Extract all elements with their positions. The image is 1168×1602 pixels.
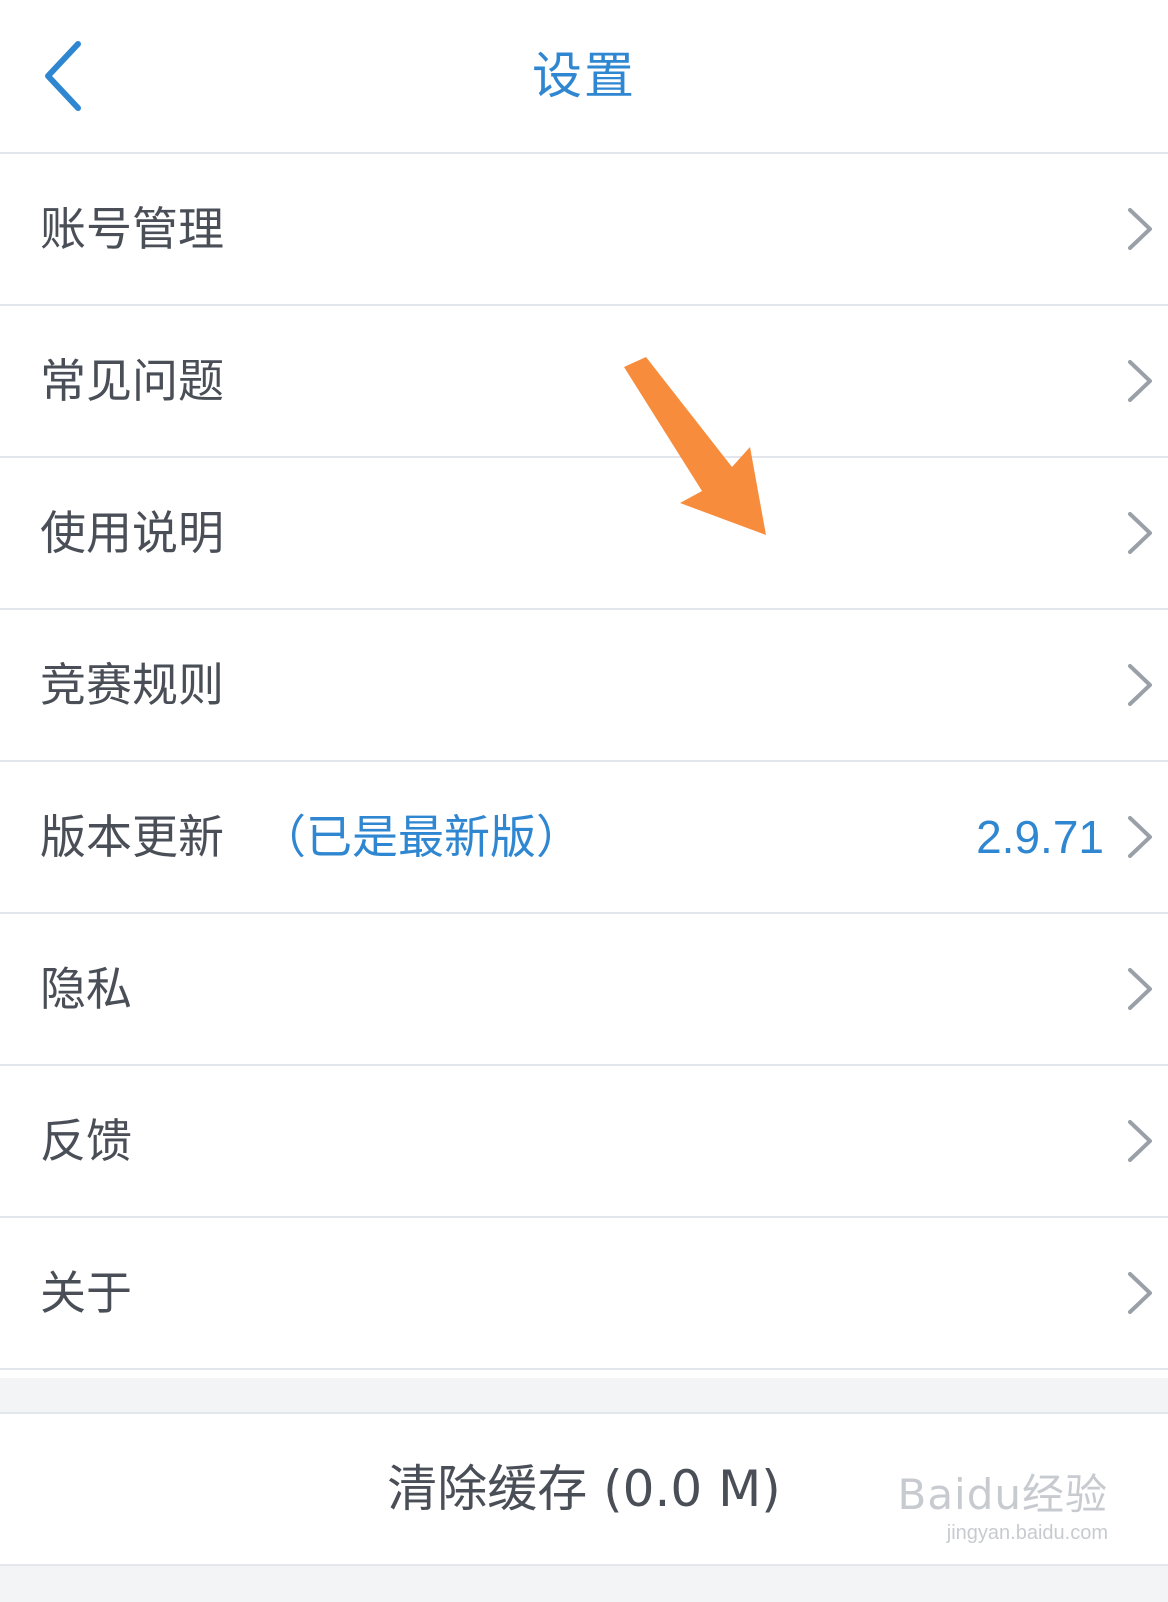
menu-item-about[interactable]: 关于 — [0, 1218, 1168, 1370]
annotation-arrow-icon — [624, 357, 766, 535]
chevron-right-icon — [1128, 360, 1152, 402]
menu-item-competition-rules[interactable]: 竞赛规则 — [0, 610, 1168, 762]
menu-item-label: 隐私 — [40, 962, 132, 1016]
menu-item-label: 使用说明 — [40, 506, 224, 560]
menu-item-account-management[interactable]: 账号管理 — [0, 154, 1168, 306]
chevron-right-icon — [1128, 208, 1152, 250]
section-divider — [0, 1378, 1168, 1414]
version-status-tag: （已是最新版） — [260, 810, 582, 864]
menu-item-privacy[interactable]: 隐私 — [0, 914, 1168, 1066]
menu-item-label: 反馈 — [40, 1114, 132, 1168]
chevron-right-icon — [1128, 664, 1152, 706]
chevron-right-icon — [1128, 512, 1152, 554]
version-number: 2.9.71 — [976, 811, 1104, 863]
menu-item-version-update[interactable]: 版本更新 （已是最新版） 2.9.71 — [0, 762, 1168, 914]
menu-item-label: 竞赛规则 — [40, 658, 224, 712]
version-update-label: 版本更新 — [40, 810, 224, 864]
menu-item-label: 关于 — [40, 1266, 132, 1320]
chevron-right-icon — [1128, 1120, 1152, 1162]
chevron-right-icon — [1128, 1272, 1152, 1314]
menu-item-instructions[interactable]: 使用说明 — [0, 458, 1168, 610]
header-bar: 设置 — [0, 0, 1168, 154]
menu-item-label: 账号管理 — [40, 202, 224, 256]
page-title: 设置 — [532, 47, 636, 105]
watermark-logo: Baidu经验 — [897, 1470, 1108, 1519]
watermark-url: jingyan.baidu.com — [946, 1522, 1108, 1544]
menu-item-feedback[interactable]: 反馈 — [0, 1066, 1168, 1218]
bottom-band — [0, 1564, 1168, 1602]
chevron-right-icon — [1128, 816, 1152, 858]
menu-item-faq[interactable]: 常见问题 — [0, 306, 1168, 458]
settings-menu: 账号管理 常见问题 使用说明 竞赛规则 版本更新 （已是最新版） 2.9.71 隐… — [0, 154, 1168, 1370]
chevron-right-icon — [1128, 968, 1152, 1010]
menu-item-label: 版本更新 （已是最新版） — [40, 762, 582, 912]
menu-item-label: 常见问题 — [40, 354, 224, 408]
watermark: Baidu经验 jingyan.baidu.com — [868, 1470, 1109, 1560]
